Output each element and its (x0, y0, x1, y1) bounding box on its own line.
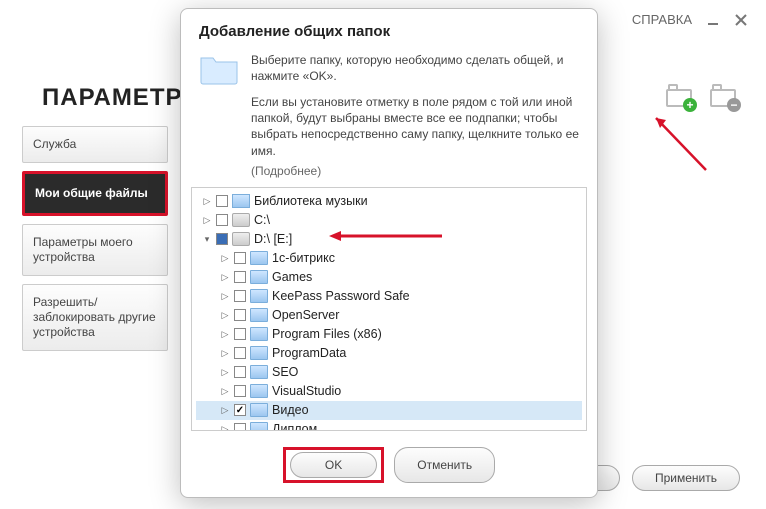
minimize-icon[interactable] (706, 13, 720, 27)
add-folder-button[interactable]: + (666, 85, 692, 107)
expand-icon[interactable]: ▷ (220, 367, 230, 377)
plus-icon: + (683, 98, 697, 112)
close-icon[interactable] (734, 13, 748, 27)
expand-icon[interactable]: ▷ (220, 348, 230, 358)
tree-row[interactable]: ▷ Библиотека музыки (196, 192, 582, 211)
tree-row[interactable]: ▷ ProgramData (196, 344, 582, 363)
checkbox[interactable] (234, 271, 246, 283)
sidebar-item-device-params[interactable]: Параметры моего устройства (22, 224, 168, 276)
checkbox[interactable] (216, 233, 228, 245)
tree-row[interactable]: ▾ D:\ [E:] (196, 230, 582, 249)
folder-tree[interactable]: ▷ Библиотека музыки ▷ C:\ ▾ D:\ [E:] ▷ 1с-битри… (191, 187, 587, 431)
tree-label: VisualStudio (272, 384, 341, 398)
tree-row[interactable]: ▷ Видео (196, 401, 582, 420)
minus-icon: − (727, 98, 741, 112)
drive-icon (232, 232, 250, 246)
expand-icon[interactable]: ▾ (202, 234, 212, 244)
checkbox[interactable] (234, 423, 246, 431)
expand-icon[interactable]: ▷ (202, 196, 212, 206)
expand-icon[interactable]: ▷ (202, 215, 212, 225)
remove-folder-button[interactable]: − (710, 85, 736, 107)
tree-label: Видео (272, 403, 309, 417)
ok-button[interactable]: OK (290, 452, 377, 478)
checkbox[interactable] (234, 290, 246, 302)
tree-label: Диплом (272, 422, 317, 431)
tree-label: Games (272, 270, 312, 284)
dialog-note: Если вы установите отметку в поле рядом … (181, 92, 597, 161)
window-topbar: СПРАВКА (632, 12, 748, 27)
checkbox[interactable] (216, 195, 228, 207)
checkbox[interactable] (234, 328, 246, 340)
folder-icon (250, 327, 268, 341)
tree-row[interactable]: ▷ C:\ (196, 211, 582, 230)
tree-row[interactable]: ▷ VisualStudio (196, 382, 582, 401)
folder-icon (250, 403, 268, 417)
ok-highlight: OK (283, 447, 384, 483)
tree-label: 1с-битрикс (272, 251, 335, 265)
tree-label: C:\ (254, 213, 270, 227)
checkbox[interactable] (234, 385, 246, 397)
expand-icon[interactable]: ▷ (220, 405, 230, 415)
tree-row[interactable]: ▷ OpenServer (196, 306, 582, 325)
expand-icon[interactable]: ▷ (220, 424, 230, 431)
tree-row[interactable]: ▷ KeePass Password Safe (196, 287, 582, 306)
dialog-cancel-button[interactable]: Отменить (394, 447, 495, 483)
sidebar: Служба Мои общие файлы Параметры моего у… (22, 126, 168, 351)
annotation-arrow-add (646, 110, 716, 180)
checkbox[interactable] (234, 309, 246, 321)
tree-label: OpenServer (272, 308, 339, 322)
checkbox[interactable] (234, 366, 246, 378)
more-link[interactable]: (Подробнее) (251, 164, 321, 178)
expand-icon[interactable]: ▷ (220, 253, 230, 263)
dialog-title: Добавление общих папок (181, 9, 597, 48)
folder-toolbar: + − (666, 85, 736, 107)
tree-label: SEO (272, 365, 298, 379)
expand-icon[interactable]: ▷ (220, 272, 230, 282)
folder-icon (250, 251, 268, 265)
music-icon (232, 194, 250, 208)
tree-row[interactable]: ▷ Games (196, 268, 582, 287)
dialog-footer: OK Отменить (181, 439, 597, 497)
folder-icon (250, 270, 268, 284)
dialog-description: Выберите папку, которую необходимо сдела… (251, 52, 579, 86)
folder-icon (250, 422, 268, 431)
expand-icon[interactable]: ▷ (220, 310, 230, 320)
add-shared-folders-dialog: Добавление общих папок Выберите папку, к… (180, 8, 598, 498)
checkbox[interactable] (234, 252, 246, 264)
folder-icon (250, 365, 268, 379)
help-link[interactable]: СПРАВКА (632, 12, 692, 27)
tree-label: D:\ [E:] (254, 232, 292, 246)
main-apply-button[interactable]: Применить (632, 465, 740, 491)
sidebar-item-shared-files[interactable]: Мои общие файлы (22, 171, 168, 216)
expand-icon[interactable]: ▷ (220, 386, 230, 396)
folder-icon (250, 308, 268, 322)
tree-row[interactable]: ▷ SEO (196, 363, 582, 382)
tree-label: Program Files (x86) (272, 327, 382, 341)
tree-label: KeePass Password Safe (272, 289, 410, 303)
folder-icon (250, 384, 268, 398)
checkbox[interactable] (216, 214, 228, 226)
sidebar-item-service[interactable]: Служба (22, 126, 168, 163)
tree-label: Библиотека музыки (254, 194, 368, 208)
drive-icon (232, 213, 250, 227)
tree-row[interactable]: ▷ Диплом (196, 420, 582, 431)
folder-icon (199, 52, 239, 86)
tree-row[interactable]: ▷ Program Files (x86) (196, 325, 582, 344)
tree-row[interactable]: ▷ 1с-битрикс (196, 249, 582, 268)
checkbox[interactable] (234, 347, 246, 359)
expand-icon[interactable]: ▷ (220, 291, 230, 301)
folder-icon (250, 289, 268, 303)
sidebar-item-allow-block[interactable]: Разрешить/ заблокировать другие устройст… (22, 284, 168, 351)
checkbox[interactable] (234, 404, 246, 416)
folder-icon (250, 346, 268, 360)
tree-label: ProgramData (272, 346, 346, 360)
expand-icon[interactable]: ▷ (220, 329, 230, 339)
